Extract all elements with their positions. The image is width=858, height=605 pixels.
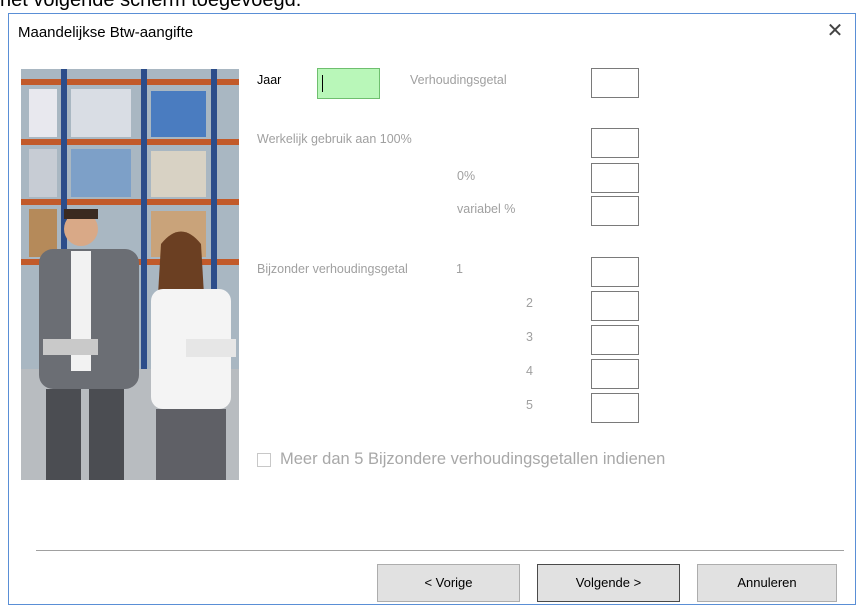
jaar-input[interactable] <box>317 68 380 99</box>
warehouse-illustration <box>21 69 239 480</box>
werkelijk-gebruik-label: Werkelijk gebruik aan 100% <box>257 132 412 146</box>
meer-dan-5-checkbox[interactable] <box>257 453 271 467</box>
bijzonder-item-1-field[interactable] <box>591 257 639 287</box>
jaar-label: Jaar <box>257 73 282 87</box>
verhoudingsgetal-field[interactable] <box>591 68 639 98</box>
werkelijk-100-field[interactable] <box>591 128 639 158</box>
variabel-label: variabel % <box>457 202 516 216</box>
meer-dan-5-label: Meer dan 5 Bijzondere verhoudingsgetalle… <box>280 450 666 468</box>
bijzonder-item-3-label: 3 <box>526 330 533 344</box>
bijzonder-label: Bijzonder verhoudingsgetal <box>257 262 408 276</box>
bijzonder-item-1-label: 1 <box>456 262 463 276</box>
text-caret <box>322 75 323 92</box>
bijzonder-item-3-field[interactable] <box>591 325 639 355</box>
next-button[interactable]: Volgende > <box>537 564 680 602</box>
warehouse-photo <box>21 69 239 480</box>
dialog-title: Maandelijkse Btw-aangifte <box>18 24 194 41</box>
bijzonder-item-5-field[interactable] <box>591 393 639 423</box>
variabel-field[interactable] <box>591 196 639 226</box>
cancel-button[interactable]: Annuleren <box>697 564 837 602</box>
background-text: het volgende scherm toegevoegd. <box>0 0 302 11</box>
bijzonder-item-2-label: 2 <box>526 296 533 310</box>
bijzonder-item-4-label: 4 <box>526 364 533 378</box>
bijzonder-item-5-label: 5 <box>526 398 533 412</box>
footer-divider <box>36 550 844 551</box>
pct0-label: 0% <box>457 169 476 183</box>
bijzonder-item-4-field[interactable] <box>591 359 639 389</box>
bijzonder-item-2-field[interactable] <box>591 291 639 321</box>
dialog-window: Maandelijkse Btw-aangifte ✕ Jaar Verhoud… <box>8 13 856 605</box>
pct0-field[interactable] <box>591 163 639 193</box>
prev-button[interactable]: < Vorige <box>377 564 520 602</box>
close-icon[interactable]: ✕ <box>823 19 847 43</box>
verhoudingsgetal-label: Verhoudingsgetal <box>410 73 507 87</box>
